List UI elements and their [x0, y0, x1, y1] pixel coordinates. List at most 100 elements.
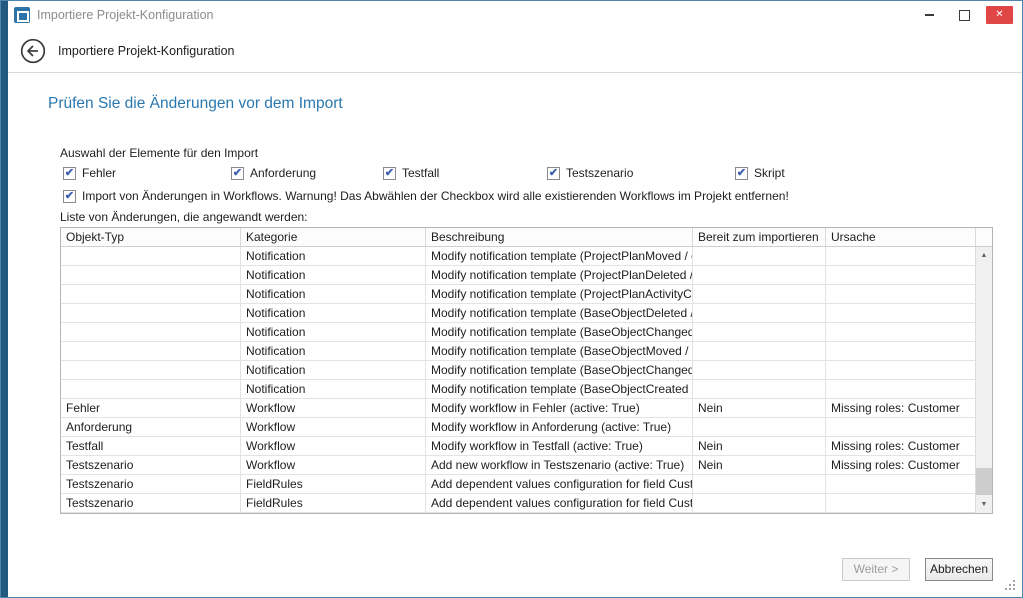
table-cell [826, 380, 976, 398]
workflow-checkbox-box[interactable]: ✔ [63, 190, 76, 203]
type-checkbox-row: ✔ Fehler ✔ Anforderung ✔ Testfall ✔Testszenari… [63, 165, 785, 181]
table-row[interactable]: NotificationModify notification template… [61, 285, 992, 304]
table-row[interactable]: AnforderungWorkflowModify workflow in An… [61, 418, 992, 437]
table-cell [826, 361, 976, 379]
table-row[interactable]: TestfallWorkflowModify workflow in Testf… [61, 437, 992, 456]
table-body: NotificationModify notification template… [61, 247, 992, 513]
table-cell: Modify notification template (BaseObject… [426, 361, 693, 379]
table-cell: Modify notification template (ProjectPla… [426, 285, 693, 303]
table-row[interactable]: NotificationModify notification template… [61, 304, 992, 323]
page-title: Importiere Projekt-Konfiguration [58, 44, 234, 58]
table-row[interactable]: NotificationModify notification template… [61, 323, 992, 342]
selection-label: Auswahl der Elemente für den Import [60, 146, 258, 160]
table-cell [826, 323, 976, 341]
table-row[interactable]: TestszenarioWorkflowAdd new workflow in … [61, 456, 992, 475]
resize-grip[interactable] [1005, 580, 1017, 592]
table-cell: FieldRules [241, 475, 426, 493]
section-heading: Prüfen Sie die Änderungen vor dem Import [48, 95, 343, 113]
cancel-button[interactable]: Abbrechen [925, 558, 993, 581]
table-row[interactable]: NotificationModify notification template… [61, 380, 992, 399]
table-cell [693, 494, 826, 512]
page-header: Importiere Projekt-Konfiguration [8, 29, 1022, 73]
table-cell: Notification [241, 285, 426, 303]
checkbox-box[interactable]: ✔ [735, 167, 748, 180]
table-cell: Nein [693, 456, 826, 474]
column-header-2[interactable]: Kategorie [241, 228, 426, 246]
table-row[interactable]: NotificationModify notification template… [61, 361, 992, 380]
table-cell [61, 342, 241, 360]
column-header-3[interactable]: Beschreibung [426, 228, 693, 246]
table-row[interactable]: NotificationModify notification template… [61, 342, 992, 361]
checkbox-box[interactable]: ✔ [547, 167, 560, 180]
table-cell [826, 494, 976, 512]
checkbox-box[interactable]: ✔ [231, 167, 244, 180]
close-icon[interactable] [986, 6, 1013, 24]
scrollbar-track[interactable] [976, 264, 992, 496]
scroll-up-icon[interactable]: ▲ [976, 247, 992, 264]
table-cell [61, 266, 241, 284]
checkbox-label: Testfall [402, 166, 439, 180]
checkbox-box[interactable]: ✔ [63, 167, 76, 180]
table-cell: Modify notification template (BaseObject… [426, 342, 693, 360]
table-row[interactable]: FehlerWorkflowModify workflow in Fehler … [61, 399, 992, 418]
checkbox-box[interactable]: ✔ [383, 167, 396, 180]
table-cell: Modify workflow in Fehler (active: True) [426, 399, 693, 417]
checkbox-label: Fehler [82, 166, 116, 180]
table-cell: Testszenario [61, 494, 241, 512]
window-accent-strip [1, 1, 8, 597]
table-cell [693, 361, 826, 379]
column-header-1[interactable]: Objekt-Typ [61, 228, 241, 246]
table-cell [693, 380, 826, 398]
table-cell: Add dependent values configuration for f… [426, 475, 693, 493]
table-cell: Fehler [61, 399, 241, 417]
changes-list-label: Liste von Änderungen, die angewandt werd… [60, 210, 308, 224]
table-cell: Notification [241, 247, 426, 265]
checkbox-skript[interactable]: ✔Skript [735, 166, 785, 180]
table-cell: Workflow [241, 437, 426, 455]
column-header-5[interactable]: Ursache [826, 228, 976, 246]
table-cell: Modify notification template (ProjectPla… [426, 266, 693, 284]
table-cell: Modify workflow in Testfall (active: Tru… [426, 437, 693, 455]
checkbox-label: Anforderung [250, 166, 316, 180]
table-cell [826, 475, 976, 493]
table-cell [693, 418, 826, 436]
table-cell: Testszenario [61, 475, 241, 493]
checkbox-anforderung[interactable]: ✔ Anforderung [231, 166, 383, 180]
checkbox-testszenario[interactable]: ✔Testszenario [547, 166, 735, 180]
vertical-scrollbar[interactable]: ▲ ▼ [975, 247, 992, 513]
table-cell [693, 475, 826, 493]
table-cell [826, 418, 976, 436]
next-button[interactable]: Weiter > [842, 558, 910, 581]
table-row[interactable]: TestszenarioFieldRulesAdd dependent valu… [61, 494, 992, 513]
table-cell: Notification [241, 266, 426, 284]
workflow-checkbox[interactable]: ✔ Import von Änderungen in Workflows. Wa… [63, 189, 789, 203]
scroll-down-icon[interactable]: ▼ [976, 496, 992, 513]
column-header-4[interactable]: Bereit zum importieren [693, 228, 826, 246]
minimize-icon[interactable] [916, 6, 943, 24]
app-icon [14, 7, 30, 23]
table-row[interactable]: NotificationModify notification template… [61, 266, 992, 285]
maximize-icon[interactable] [951, 6, 978, 24]
table-cell [61, 323, 241, 341]
table-cell [826, 247, 976, 265]
table-cell: Notification [241, 304, 426, 322]
table-cell [826, 266, 976, 284]
table-cell [693, 285, 826, 303]
table-cell: Add dependent values configuration for f… [426, 494, 693, 512]
scrollbar-thumb[interactable] [976, 468, 992, 495]
table-cell [61, 285, 241, 303]
checkbox-testfall[interactable]: ✔ Testfall [383, 166, 547, 180]
table-row[interactable]: TestszenarioFieldRulesAdd dependent valu… [61, 475, 992, 494]
table-cell [693, 304, 826, 322]
changes-table: Objekt-TypKategorieBeschreibungBereit zu… [60, 227, 993, 514]
dialog-main: Importiere Projekt-Konfiguration Importi… [8, 1, 1022, 597]
checkbox-fehler[interactable]: ✔ Fehler [63, 166, 231, 180]
table-cell: FieldRules [241, 494, 426, 512]
table-cell [693, 247, 826, 265]
table-cell: Missing roles: Customer [826, 437, 976, 455]
table-cell [693, 342, 826, 360]
title-bar[interactable]: Importiere Projekt-Konfiguration [8, 1, 1022, 29]
table-row[interactable]: NotificationModify notification template… [61, 247, 992, 266]
back-button[interactable] [20, 38, 46, 64]
table-cell: Missing roles: Customer [826, 399, 976, 417]
